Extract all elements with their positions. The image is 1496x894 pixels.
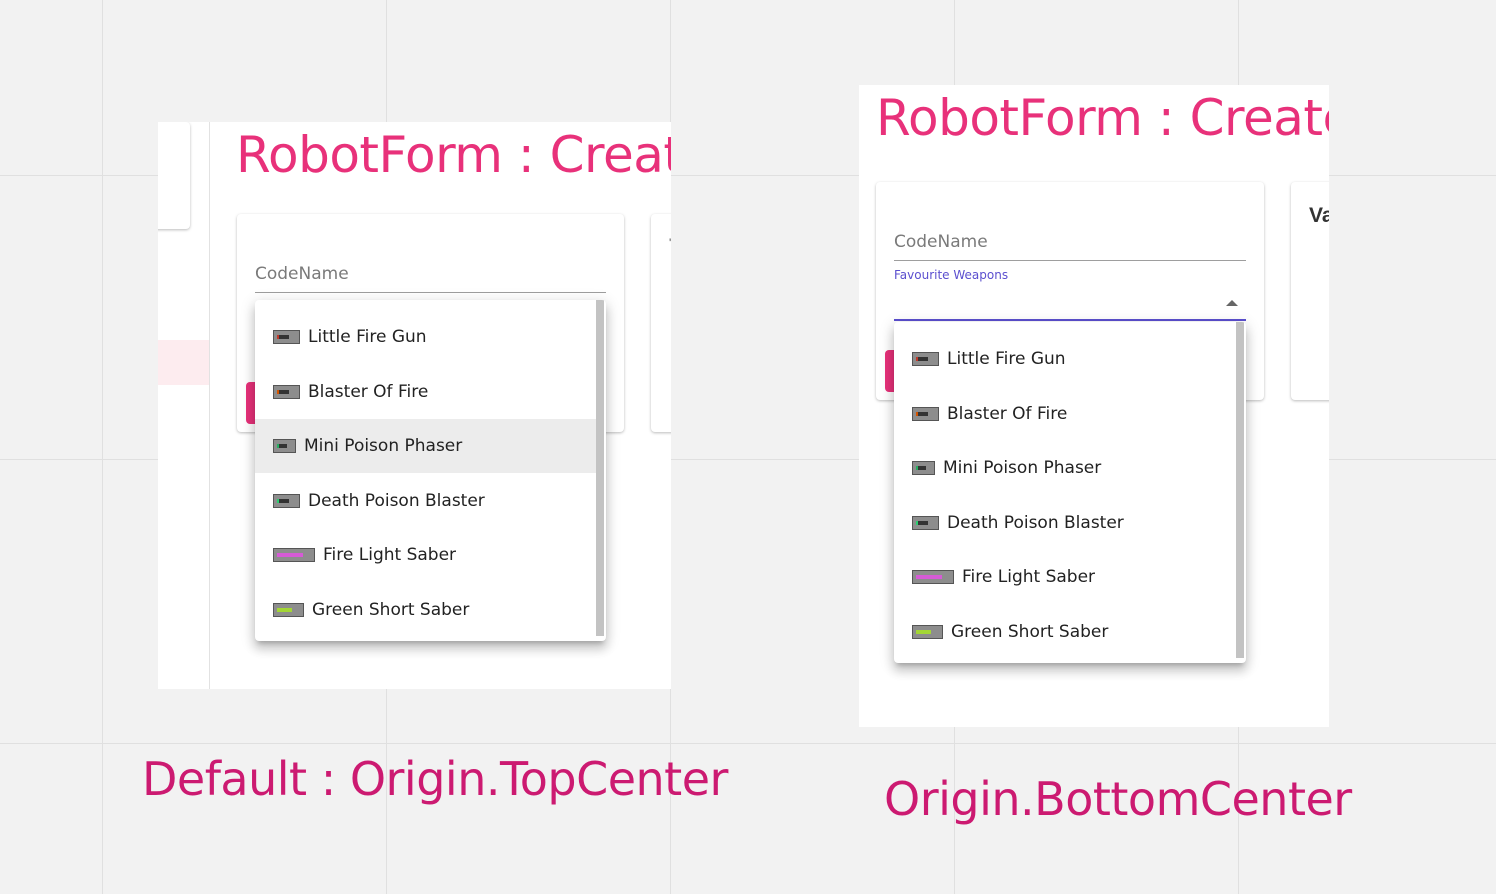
menu-item-green-short-saber[interactable]: Green Short Saber — [255, 583, 596, 637]
menu-item-label: Little Fire Gun — [308, 327, 427, 347]
caption-left: Default : Origin.TopCenter — [142, 752, 728, 806]
side-card-title: Va — [1309, 204, 1329, 227]
sidebar-card — [158, 122, 190, 229]
menu-scrollbar[interactable] — [596, 300, 604, 636]
fire-saber-icon — [912, 570, 954, 584]
side-card: Va — [1291, 182, 1329, 400]
sidebar-divider — [209, 122, 210, 689]
menu-item-blaster-of-fire[interactable]: Blaster Of Fire — [255, 365, 596, 419]
codename-label[interactable]: CodeName — [894, 232, 988, 252]
weapons-dropdown-menu: Little Fire Gun Blaster Of Fire Mini Poi… — [894, 322, 1246, 663]
side-card: ' — [651, 214, 671, 432]
poison-blaster-icon — [912, 516, 939, 530]
menu-item-death-poison-blaster[interactable]: Death Poison Blaster — [894, 496, 1236, 550]
codename-underline — [255, 292, 606, 293]
poison-phaser-icon — [912, 461, 935, 475]
side-card-mark: ' — [669, 236, 671, 250]
menu-item-fire-light-saber[interactable]: Fire Light Saber — [255, 528, 596, 582]
menu-item-blaster-of-fire[interactable]: Blaster Of Fire — [894, 387, 1236, 441]
green-saber-icon — [912, 625, 943, 639]
menu-item-little-fire-gun[interactable]: Little Fire Gun — [894, 332, 1236, 386]
menu-item-label: Death Poison Blaster — [947, 513, 1124, 533]
menu-item-mini-poison-phaser[interactable]: Mini Poison Phaser — [255, 419, 596, 473]
menu-item-green-short-saber[interactable]: Green Short Saber — [894, 605, 1236, 659]
dropdown-arrow-up-icon[interactable] — [1226, 300, 1238, 306]
menu-item-fire-light-saber[interactable]: Fire Light Saber — [894, 550, 1236, 604]
menu-item-label: Little Fire Gun — [947, 349, 1066, 369]
menu-item-death-poison-blaster[interactable]: Death Poison Blaster — [255, 474, 596, 528]
menu-item-label: Green Short Saber — [312, 600, 470, 620]
screenshot-bottom-center: RobotForm : Create CodeName Favourite We… — [859, 85, 1329, 727]
fire-gun-icon — [912, 352, 939, 366]
codename-label[interactable]: CodeName — [255, 264, 349, 284]
codename-underline — [894, 260, 1246, 261]
menu-item-label: Green Short Saber — [951, 622, 1109, 642]
grid-line — [0, 743, 1496, 744]
green-saber-icon — [273, 603, 304, 617]
fire-saber-icon — [273, 548, 315, 562]
menu-item-label: Blaster Of Fire — [947, 404, 1068, 424]
sidebar-active-item[interactable] — [158, 340, 209, 385]
menu-item-little-fire-gun[interactable]: Little Fire Gun — [255, 310, 596, 364]
menu-item-mini-poison-phaser[interactable]: Mini Poison Phaser — [894, 441, 1236, 495]
fire-gun-icon — [273, 330, 300, 344]
page-title: RobotForm : Creat — [236, 126, 671, 184]
fire-blaster-icon — [912, 407, 939, 421]
poison-phaser-icon — [273, 439, 296, 453]
menu-item-label: Fire Light Saber — [962, 567, 1096, 587]
menu-item-label: Death Poison Blaster — [308, 491, 485, 511]
menu-scrollbar[interactable] — [1236, 322, 1244, 658]
menu-item-label: Fire Light Saber — [323, 545, 457, 565]
grid-line — [102, 0, 103, 894]
menu-item-label: Mini Poison Phaser — [943, 458, 1102, 478]
caption-right: Origin.BottomCenter — [884, 772, 1352, 826]
weapons-label: Favourite Weapons — [894, 268, 1009, 282]
menu-item-label: Mini Poison Phaser — [304, 436, 463, 456]
poison-blaster-icon — [273, 494, 300, 508]
weapons-select-underline[interactable] — [894, 319, 1246, 321]
page-title: RobotForm : Create — [876, 89, 1329, 147]
screenshot-top-center: RobotForm : Creat CodeName ' Little Fire… — [158, 122, 671, 689]
weapons-dropdown-menu: Little Fire Gun Blaster Of Fire Mini Poi… — [255, 300, 606, 641]
fire-blaster-icon — [273, 385, 300, 399]
menu-item-label: Blaster Of Fire — [308, 382, 429, 402]
